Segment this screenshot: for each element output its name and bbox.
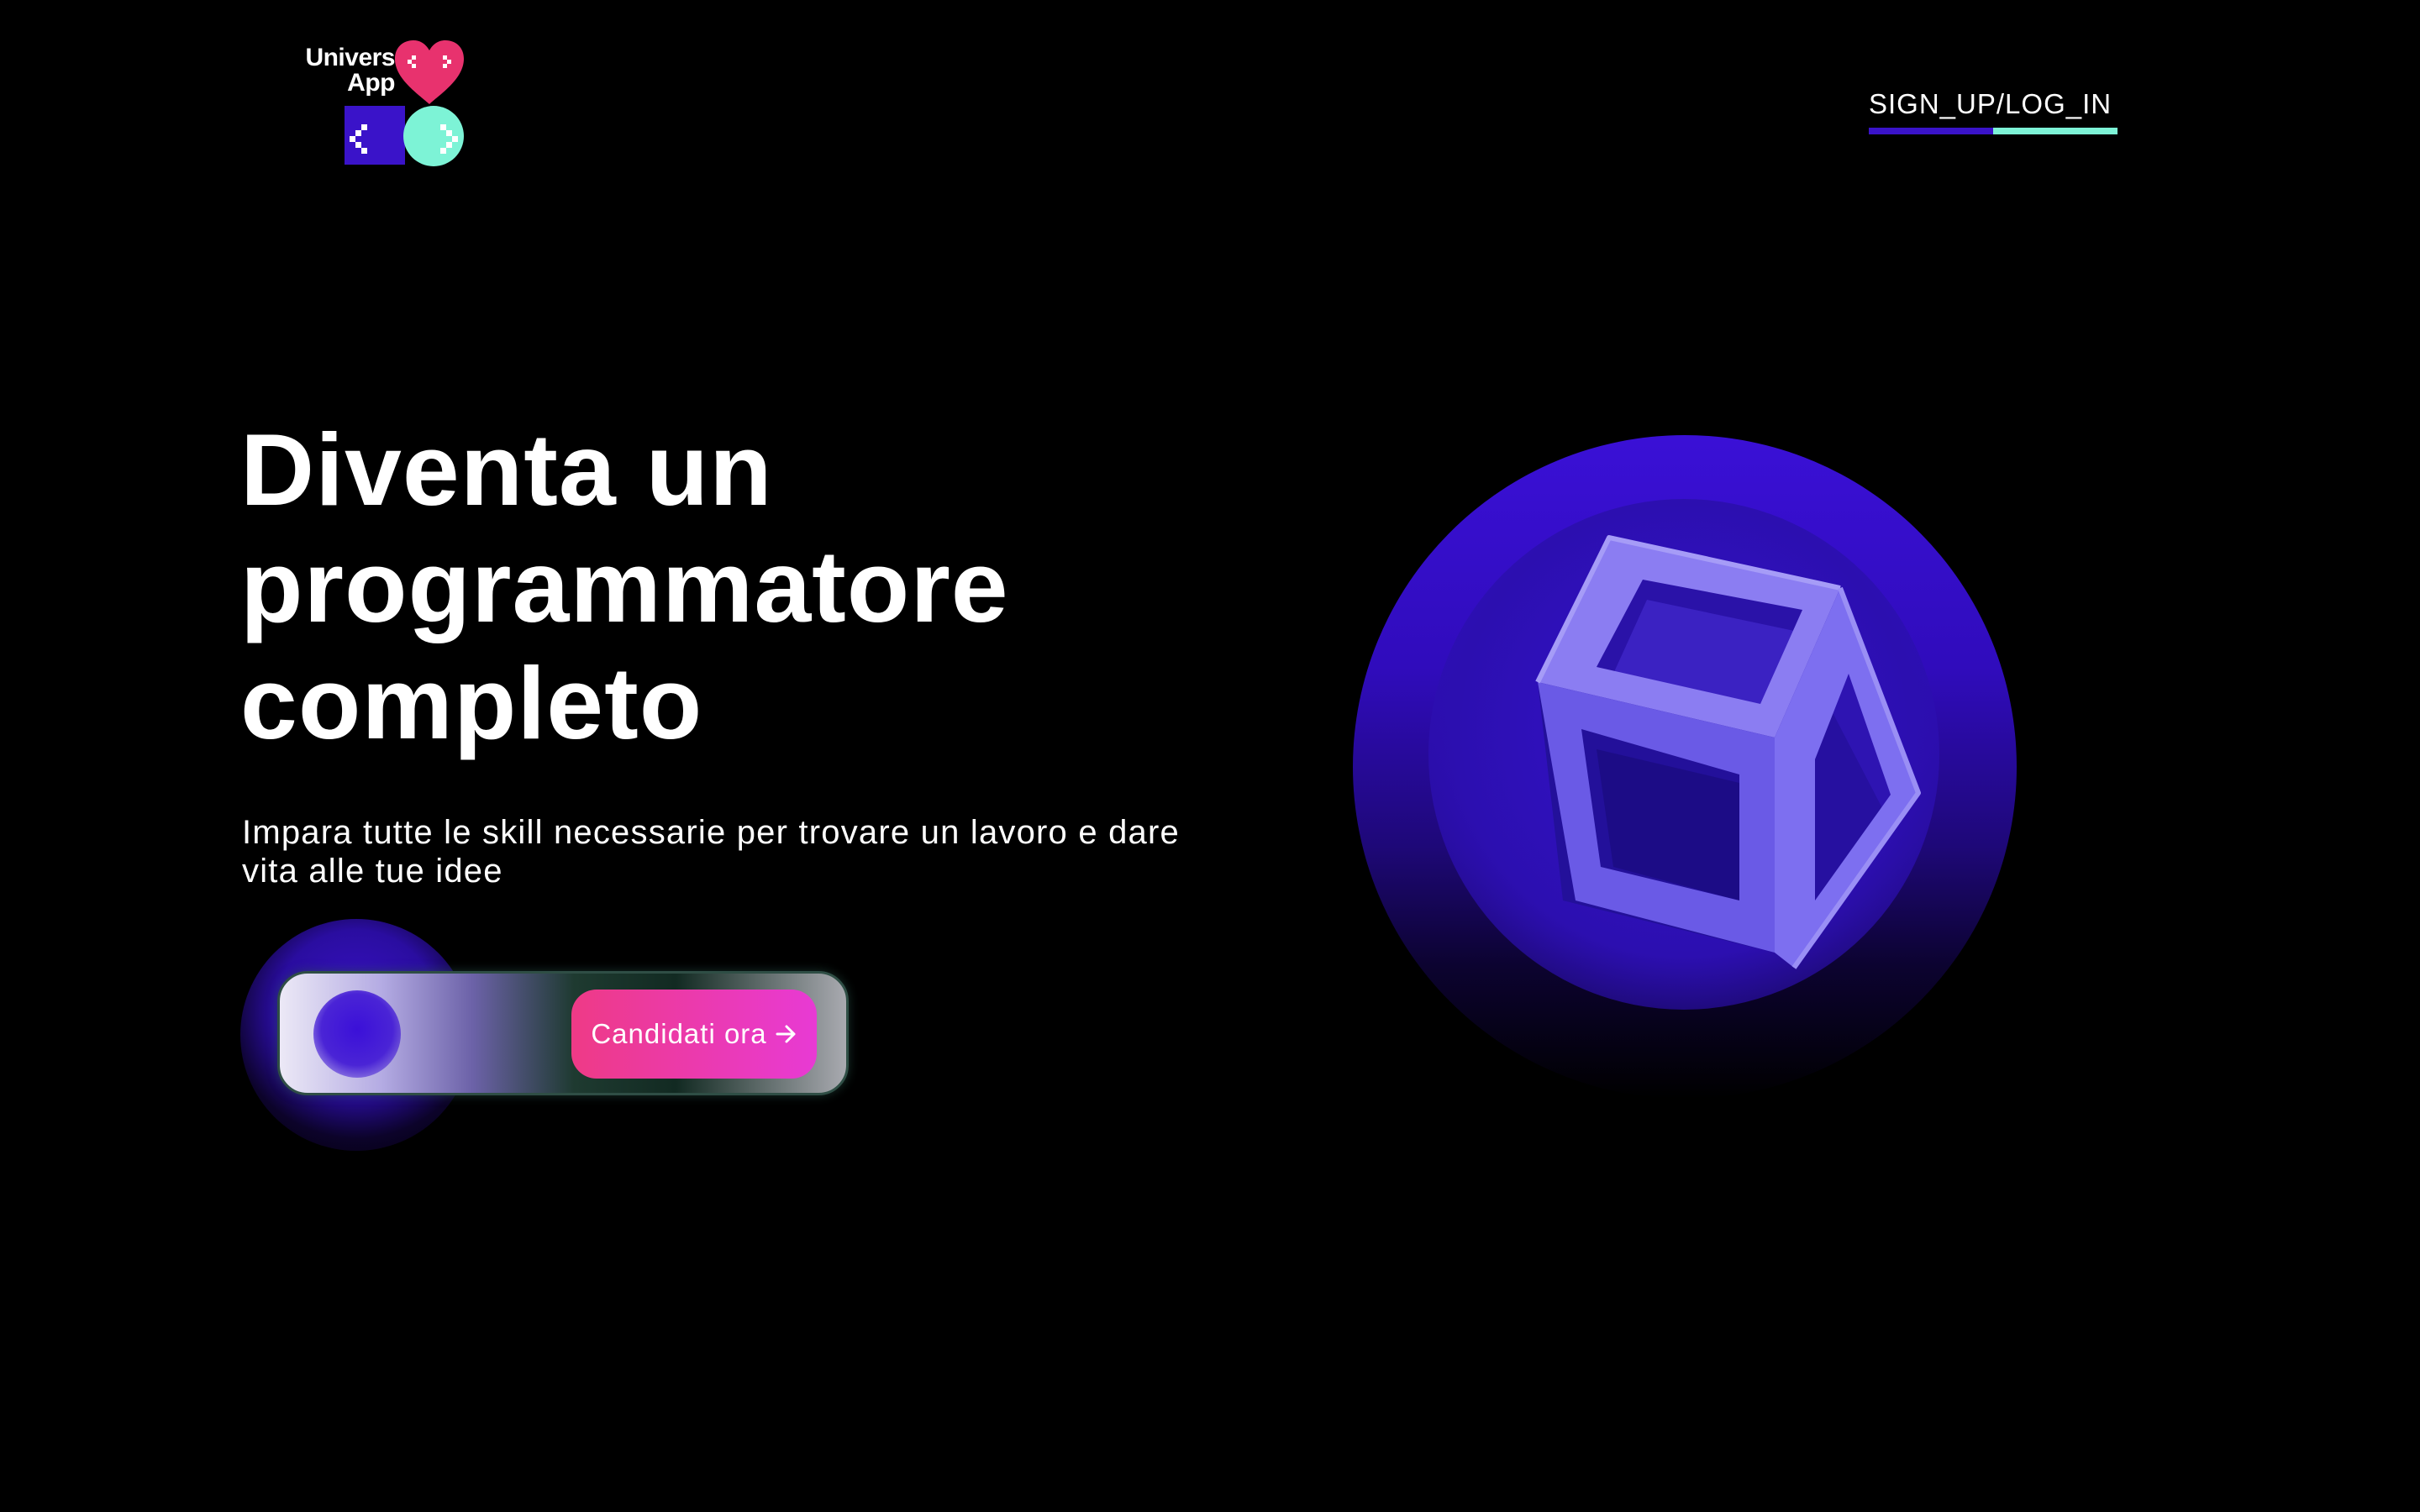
hero-title-line-3: completo bbox=[240, 646, 703, 760]
hero-title-line-2: programmatore bbox=[240, 529, 1009, 643]
brand-logo[interactable]: Univers App bbox=[294, 34, 479, 176]
nav-underline bbox=[1869, 128, 2118, 134]
cube-illustration bbox=[1344, 430, 2023, 1109]
hero-title-line-1: Diventa un bbox=[240, 412, 773, 527]
underline-segment-mint bbox=[1993, 128, 2118, 134]
cta-glow-dot bbox=[313, 990, 401, 1078]
signup-login-link[interactable]: SIGN_UP/LOG_IN bbox=[1869, 87, 2118, 136]
logo-text: Univers App bbox=[301, 45, 395, 96]
hero-subtitle: Impara tutte le skill necessarie per tro… bbox=[242, 814, 1180, 890]
logo-line-2: App bbox=[347, 69, 395, 97]
hollow-cube-icon bbox=[1535, 535, 1921, 969]
landing-page: Univers App SIGN_UP/LOG_IN Diventa un pr… bbox=[0, 0, 2420, 1512]
apply-now-button[interactable]: Candidati ora bbox=[571, 990, 817, 1079]
signup-login-label: SIGN_UP/LOG_IN bbox=[1869, 88, 2112, 119]
logo-line-1: Univers bbox=[305, 44, 395, 71]
arrow-right-icon bbox=[776, 1025, 796, 1043]
underline-segment-purple bbox=[1869, 128, 1993, 134]
heart-icon bbox=[395, 40, 464, 104]
code-left-bracket-icon bbox=[345, 106, 405, 165]
hero-title: Diventa un programmatore completo bbox=[240, 412, 1249, 762]
apply-now-label: Candidati ora bbox=[591, 1018, 767, 1049]
code-right-bracket-icon bbox=[403, 106, 464, 166]
